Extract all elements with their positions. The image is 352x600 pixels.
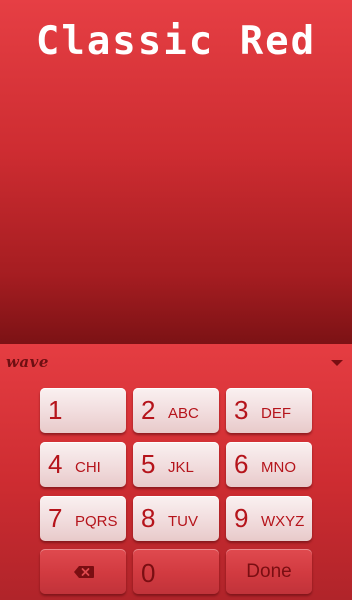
theme-preview-screen: Classic Red wave 1 2 ABC 3 DEF 4 CHI 5 J… xyxy=(0,0,352,600)
key-digit: 6 xyxy=(234,449,249,479)
key-letters: TUV xyxy=(168,513,198,530)
key-letters: CHI xyxy=(75,459,101,476)
done-label: Done xyxy=(246,561,292,582)
key-8[interactable]: 8 TUV xyxy=(133,496,219,541)
key-9[interactable]: 9 WXYZ xyxy=(226,496,312,541)
key-digit: 7 xyxy=(48,503,63,533)
key-3[interactable]: 3 DEF xyxy=(226,388,312,433)
brand-logo: wave xyxy=(6,353,49,371)
keyboard-top-bar: wave xyxy=(0,344,352,384)
key-letters: MNO xyxy=(261,459,296,476)
key-digit: 3 xyxy=(234,395,249,425)
key-6[interactable]: 6 MNO xyxy=(226,442,312,487)
key-digit: 4 xyxy=(48,449,63,479)
key-5[interactable]: 5 JKL xyxy=(133,442,219,487)
key-digit: 1 xyxy=(48,395,63,425)
key-letters: JKL xyxy=(168,459,194,476)
key-digit: 8 xyxy=(141,503,156,533)
theme-title: Classic Red xyxy=(35,19,317,64)
key-digit: 9 xyxy=(234,503,249,533)
backspace-icon xyxy=(74,566,94,578)
key-letters: DEF xyxy=(261,405,291,422)
key-7[interactable]: 7 PQRS xyxy=(40,496,126,541)
key-2[interactable]: 2 ABC xyxy=(133,388,219,433)
chevron-down-icon[interactable] xyxy=(330,358,344,368)
backspace-key[interactable] xyxy=(40,549,126,594)
key-letters: WXYZ xyxy=(261,513,305,530)
key-digit: 5 xyxy=(141,449,156,479)
key-digit: 0 xyxy=(141,558,156,588)
key-0[interactable]: 0 xyxy=(133,549,219,594)
numeric-keyboard: wave 1 2 ABC 3 DEF 4 CHI 5 JKL 6 MNO 7 P… xyxy=(0,344,352,600)
key-letters: ABC xyxy=(168,405,199,422)
key-letters: PQRS xyxy=(75,513,118,530)
key-1[interactable]: 1 xyxy=(40,388,126,433)
key-digit: 2 xyxy=(141,395,156,425)
key-4[interactable]: 4 CHI xyxy=(40,442,126,487)
theme-preview: Classic Red xyxy=(0,0,352,344)
done-button[interactable]: Done xyxy=(226,549,312,594)
